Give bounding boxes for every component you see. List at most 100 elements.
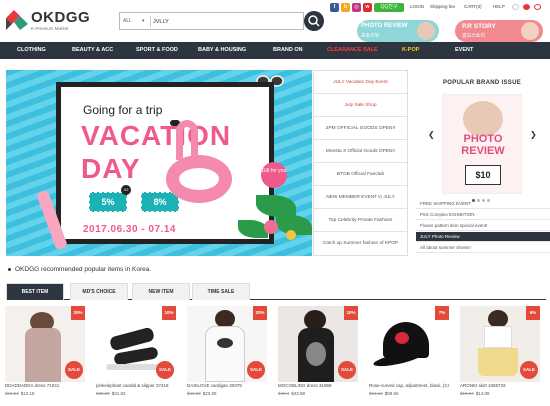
qq-friend-button[interactable]: QQ친구 [374,3,404,12]
banner-subtitle: Going for a trip [83,103,163,117]
product-image[interactable]: 20% SALE [5,306,85,382]
event-item[interactable]: Catch up Summer fashion of KPOP [314,232,407,255]
coupon-badge: $10 [465,165,501,185]
product-name[interactable]: DASILOVE cardigan 30379 [187,383,267,388]
search-icon [308,15,320,27]
popular-brand-image[interactable]: PHOTO REVIEW $10 [442,94,522,194]
old-price: $64.13 [369,391,383,396]
event-item[interactable]: Top Celebrity Private Fashion! [314,209,407,232]
facebook-icon[interactable]: f [330,3,339,12]
popular-brand-item[interactable]: Flower pattern item special event! [416,221,550,231]
gift-badge: Gift for you [261,162,287,188]
tab-mds-choice[interactable]: MD'S CHOICE [70,283,128,300]
sale-badge: SALE [156,361,174,379]
x2-badge: X2 [121,185,131,195]
event-item[interactable]: NEW MEMBER EVENT in JULY [314,186,407,209]
flag-japan-icon[interactable] [534,4,541,10]
discount-badge: 20% [253,306,267,320]
event-item[interactable]: July Sale Shop [314,94,407,117]
sale-price: $43.88 [291,391,306,396]
shipping-fee-link[interactable]: Shipping fee [430,4,455,9]
banner-title: VACATION [81,120,232,151]
product-image[interactable]: 6% SALE [460,306,540,382]
logo-icon[interactable] [6,10,28,30]
tab-best-item[interactable]: BEST ITEM [6,283,64,300]
discount-badge: 10% [162,306,176,320]
popular-brand-panel: POPULAR BRAND ISSUE ❮ PHOTO REVIEW $10 ❯… [414,70,550,256]
model-image [417,22,435,40]
flower-image [264,220,278,234]
promo-title: PHOTO REVIEW [361,23,408,29]
chevron-right-icon[interactable]: ❯ [530,130,537,139]
old-price: $15.54 [5,391,19,396]
discount-badge: 6% [526,306,540,320]
search-button[interactable] [304,11,324,31]
event-item[interactable]: JULY Vacation Day Event [314,71,407,94]
old-price: $15.84 [460,391,474,396]
tab-new-item[interactable]: NEW ITEM [132,283,190,300]
product-price: $35.28 $31.83 [96,391,126,396]
discount-badge: 20% [71,306,85,320]
search-category-select[interactable]: ALL [123,18,132,24]
weibo-icon[interactable]: w [363,3,372,12]
recommend-text: OKDGG recommended popular items in Korea… [15,266,152,273]
nav-event[interactable]: EVENT [455,47,473,53]
product-image[interactable]: 10% SALE [96,306,176,382]
product-image[interactable]: 20% SALE [187,306,267,382]
product-name[interactable]: Rose-curved cap, adjustment, black, (CCP… [369,383,449,388]
product-price: $15.84 $14.08 [460,391,490,396]
flag-korea-icon[interactable] [512,4,519,10]
nav-baby-housing[interactable]: BABY & HOUSING [198,47,246,53]
event-item[interactable]: BTOB Official Fanclub [314,163,407,186]
help-link[interactable]: HELP [493,4,505,9]
banner-title-day: DAY [81,153,141,184]
logo-subtitle: K-Premium Market [31,26,69,31]
photo-review-promo[interactable]: PHOTO REVIEW 포토리뷰 [357,20,439,42]
nav-clothing[interactable]: CLOTHING [17,47,46,53]
product-name[interactable]: MOCOBLING dress 31968 [278,383,358,388]
nav-beauty-acc[interactable]: BEAUTY & ACC [72,47,113,53]
flamingo-float [176,120,198,160]
event-item[interactable]: Monsta X Official Goods OPEN!! [314,140,407,163]
old-price: $48.4 [278,391,290,396]
sale-badge: SALE [520,361,538,379]
flamingo-ring [166,155,232,203]
product-name[interactable]: DDADDADDA dress 71041 [5,383,85,388]
product-name[interactable]: pinkelephant candal & slipper 37418 [96,383,176,388]
popular-brand-item[interactable]: FREE SHIPPING EVENT [416,199,550,209]
model-image [521,22,539,40]
promo-subtitle: 홍보스토리 [462,33,486,39]
popular-brand-item-active[interactable]: JULY Photo Review [416,232,550,242]
sale-badge: SALE [65,361,83,379]
sale-price: $31.83 [111,391,126,396]
nav-kpop[interactable]: K-POP [402,47,419,53]
event-item[interactable]: 2PM OFFICIAL GOODS OPEN!! [314,117,407,140]
chevron-left-icon[interactable]: ❮ [428,130,435,139]
instagram-icon[interactable]: ◎ [352,3,361,12]
login-link[interactable]: LOGIN [410,4,424,9]
discount-badge: 10% [344,306,358,320]
cart-link[interactable]: CART(0) [464,4,482,9]
blog-icon[interactable]: b [341,3,350,12]
product-price: $15.54 $12.18 [5,391,35,396]
main-banner[interactable]: Going for a trip VACATION DAY 5% X2 8% X… [6,70,312,256]
product-image[interactable]: 10% SALE [278,306,358,382]
popular-brand-title: POPULAR BRAND ISSUE [442,80,522,86]
bullet-icon [8,267,11,271]
chevron-down-icon[interactable]: ▾ [142,18,145,24]
product-image[interactable]: 7% [369,306,449,382]
flower-image [286,230,296,240]
tab-time-sale[interactable]: TIME SALE [192,283,250,300]
product-tabs: BEST ITEM MD'S CHOICE NEW ITEM TIME SALE [6,283,546,300]
pr-story-promo[interactable]: P.R STORY 홍보스토리 [455,20,543,42]
nav-brand-on[interactable]: BRAND ON [273,47,303,53]
search-input[interactable] [153,15,301,28]
nav-sport-food[interactable]: SPORT & FOOD [136,47,178,53]
flag-china-icon[interactable] [523,4,530,10]
nav-clearance-sale[interactable]: CLEARANCE SALE [327,47,378,53]
popular-brand-item[interactable]: Pink Complex EXHIBITION [416,210,550,220]
product-name[interactable]: ARONKI skirt 1065733 [460,383,540,388]
coupon-8: 8% [141,192,179,212]
popular-brand-item[interactable]: All about summer shoes!! [416,243,550,253]
logo-text[interactable]: OKDGG [31,9,90,26]
